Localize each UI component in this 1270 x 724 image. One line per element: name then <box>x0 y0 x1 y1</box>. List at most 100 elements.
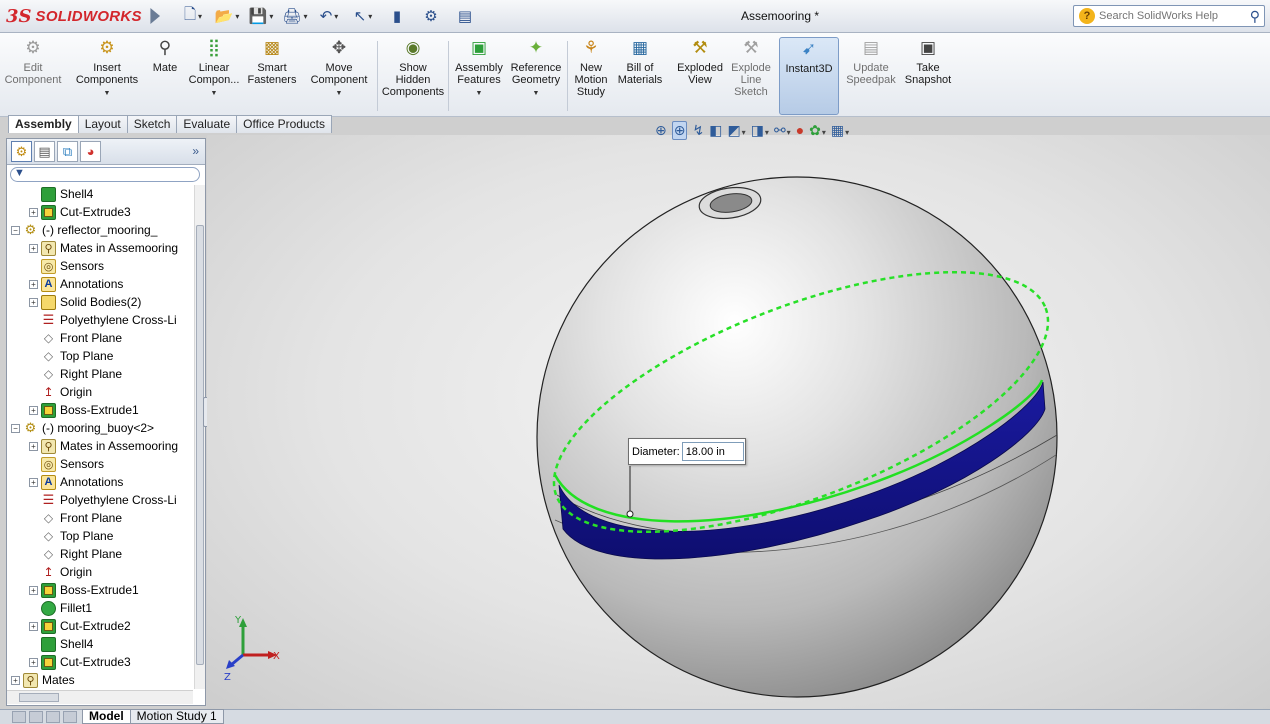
explode-line-sketch-button[interactable]: ⚒ Explode Line Sketch <box>728 37 774 115</box>
mate-button[interactable]: ⚲ Mate <box>147 37 183 115</box>
expand-icon[interactable]: + <box>29 585 38 595</box>
edit-appearance-icon[interactable]: ● <box>796 122 804 138</box>
tree-item[interactable]: ☰ Polyethylene Cross-Li <box>29 311 177 329</box>
last-tab-icon[interactable] <box>63 711 77 723</box>
file-properties-icon[interactable]: ▤ <box>452 6 478 26</box>
save-icon[interactable]: 💾 ▾ <box>248 6 274 26</box>
update-speedpak-button[interactable]: ▤ Update Speedpak <box>843 37 899 115</box>
tree-item[interactable]: + Cut-Extrude3 <box>29 203 131 221</box>
tab-office-products[interactable]: Office Products <box>236 115 332 133</box>
tree-vertical-scrollbar[interactable] <box>194 185 205 689</box>
expand-icon[interactable]: + <box>29 207 38 217</box>
dropdown-arrow-icon[interactable]: ▾ <box>334 12 338 21</box>
expand-icon[interactable]: + <box>29 279 38 289</box>
tree-item[interactable]: + Solid Bodies(2) <box>29 293 141 311</box>
apply-scene-icon[interactable]: ✿ <box>809 122 826 139</box>
help-search[interactable]: ? ⚲ <box>1073 5 1265 27</box>
tree-item[interactable]: − ⚙ (-) reflector_mooring_ <box>11 221 157 239</box>
expand-icon[interactable]: + <box>29 297 38 307</box>
chevron-down-icon[interactable]: ▼ <box>211 88 218 100</box>
undo-icon[interactable]: ↶ ▾ <box>316 6 342 26</box>
search-icon[interactable]: ⚲ <box>1250 8 1260 25</box>
hide-show-items-icon[interactable]: ⚯ <box>774 122 791 139</box>
print-icon[interactable]: 🖨 ▾ <box>282 6 308 26</box>
display-style-icon[interactable]: ◨ <box>751 122 769 139</box>
tree-item[interactable]: ◇ Right Plane <box>29 545 122 563</box>
diameter-value[interactable]: 18.00 in <box>681 442 744 461</box>
instant3d-button[interactable]: ➹ Instant3D <box>779 37 839 115</box>
filter-funnel-icon[interactable]: ▼ <box>14 167 25 179</box>
insert-components-button[interactable]: ⚙ Insert Components ▼ <box>67 37 147 115</box>
tab-assembly[interactable]: Assembly <box>8 115 79 133</box>
assembly-features-button[interactable]: ▣ Assembly Features ▼ <box>452 37 506 115</box>
chevron-down-icon[interactable]: ▼ <box>476 88 483 100</box>
bottom-tab-motion-study-1[interactable]: Motion Study 1 <box>129 709 224 724</box>
tree-horizontal-scrollbar[interactable] <box>7 690 193 704</box>
solidworks-logo[interactable]: 3S SOLIDWORKS <box>6 5 146 27</box>
tab-layout[interactable]: Layout <box>77 115 128 133</box>
scrollbar-thumb[interactable] <box>19 693 59 702</box>
collapse-icon[interactable]: − <box>11 423 20 433</box>
edit-component-button[interactable]: ⚙ Edit Component <box>4 37 62 115</box>
tree-item[interactable]: ◇ Front Plane <box>29 329 122 347</box>
scrollbar-thumb[interactable] <box>196 225 204 665</box>
expand-icon[interactable]: + <box>29 477 38 487</box>
tree-item[interactable]: + ⚲ Mates <box>11 671 75 689</box>
tab-sketch[interactable]: Sketch <box>126 115 178 133</box>
tree-item[interactable]: + ⚲ Mates in Assemooring <box>29 437 178 455</box>
diameter-dimension-callout[interactable]: Diameter: 18.00 in <box>628 438 746 465</box>
tree-item[interactable]: ◇ Right Plane <box>29 365 122 383</box>
smart-fasteners-button[interactable]: ▩ Smart Fasteners <box>246 37 298 115</box>
expand-icon[interactable]: + <box>29 405 38 415</box>
tree-item[interactable]: ◎ Sensors <box>29 257 104 275</box>
tree-item[interactable]: Shell4 <box>29 635 93 653</box>
new-document-icon[interactable]: 🗋 ▾ <box>180 6 206 26</box>
rebuild-icon[interactable]: ▮ <box>384 6 410 26</box>
open-folder-icon[interactable]: 📂 ▾ <box>214 6 240 26</box>
move-component-button[interactable]: ✥ Move Component ▼ <box>306 37 372 115</box>
dropdown-arrow-icon[interactable]: ▾ <box>235 12 239 21</box>
tree-item[interactable]: + ⚲ Mates in Assemooring <box>29 239 178 257</box>
expand-icon[interactable]: + <box>29 441 38 451</box>
featuremanager-tab-icon[interactable]: ⚙ <box>11 141 32 162</box>
bottom-tab-model[interactable]: Model <box>82 709 131 724</box>
tree-item[interactable]: + Cut-Extrude2 <box>29 617 131 635</box>
select-pointer-icon[interactable]: ↖ ▾ <box>350 6 376 26</box>
tree-item[interactable]: ◇ Front Plane <box>29 509 122 527</box>
expand-icon[interactable]: + <box>29 243 38 253</box>
tree-item[interactable]: Fillet1 <box>29 599 92 617</box>
chevron-down-icon[interactable]: ▼ <box>336 88 343 100</box>
tree-item[interactable]: + Boss-Extrude1 <box>29 401 139 419</box>
chevron-down-icon[interactable]: ▼ <box>533 88 540 100</box>
tree-item[interactable]: ◎ Sensors <box>29 455 104 473</box>
options-icon[interactable]: ⚙ <box>418 6 444 26</box>
dropdown-arrow-icon[interactable]: ▾ <box>304 12 308 21</box>
show-hidden-components-button[interactable]: ◉ Show Hidden Components <box>380 37 446 115</box>
dropdown-arrow-icon[interactable]: ▾ <box>368 12 372 21</box>
displaymanager-tab-icon[interactable]: ◕ <box>80 141 101 162</box>
expand-panel-icon[interactable]: » <box>192 144 199 158</box>
expand-icon[interactable]: + <box>29 621 38 631</box>
previous-view-icon[interactable]: ↯ <box>692 122 704 139</box>
view-settings-icon[interactable]: ▦ <box>831 122 849 139</box>
view-orientation-icon[interactable]: ◩ <box>727 122 745 139</box>
first-tab-icon[interactable] <box>12 711 26 723</box>
tree-item[interactable]: − ⚙ (-) mooring_buoy<2> <box>11 419 154 437</box>
graphics-area[interactable]: Y X Z <box>207 135 1270 709</box>
tree-item[interactable]: Shell4 <box>29 185 93 203</box>
new-motion-study-button[interactable]: ⚘ New Motion Study <box>570 37 612 115</box>
tab-evaluate[interactable]: Evaluate <box>176 115 238 133</box>
configurationmanager-tab-icon[interactable]: ⧉ <box>57 141 78 162</box>
tree-item[interactable]: + Cut-Extrude3 <box>29 653 131 671</box>
expand-icon[interactable]: + <box>11 675 20 685</box>
menu-expand-arrow-icon[interactable] <box>150 8 160 24</box>
tree-item[interactable]: + A Annotations <box>29 275 123 293</box>
next-tab-icon[interactable] <box>46 711 60 723</box>
prev-tab-icon[interactable] <box>29 711 43 723</box>
tree-item[interactable]: + Boss-Extrude1 <box>29 581 139 599</box>
expand-icon[interactable]: + <box>29 657 38 667</box>
section-view-icon[interactable]: ◧ <box>709 122 722 139</box>
tree-item[interactable]: + A Annotations <box>29 473 123 491</box>
help-search-input[interactable] <box>1099 10 1229 22</box>
tree-item[interactable]: ↥ Origin <box>29 383 92 401</box>
